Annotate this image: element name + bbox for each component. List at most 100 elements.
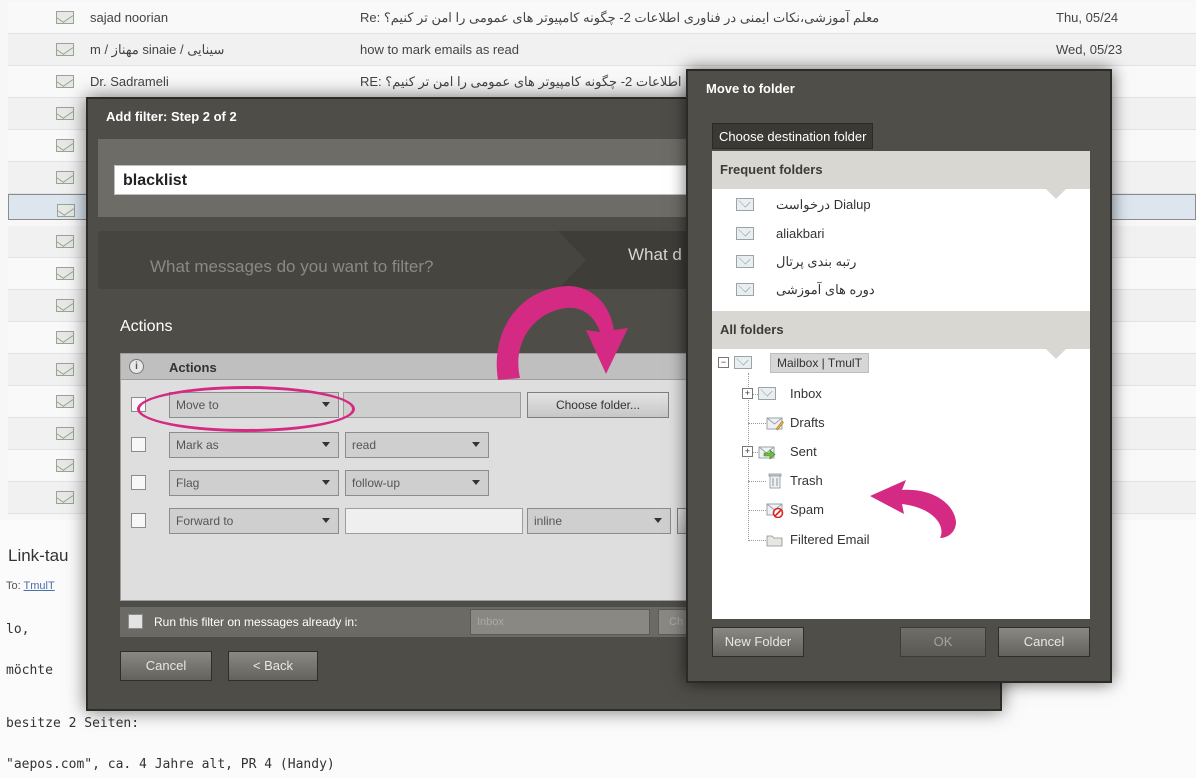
envelope-icon [56, 171, 74, 184]
envelope-icon [56, 139, 74, 152]
forward-mode-select[interactable]: inline [527, 508, 671, 534]
action-checkbox[interactable] [131, 513, 146, 528]
tree-mailbox[interactable]: − Mailbox | TmulT [718, 351, 918, 375]
envelope-icon [56, 331, 74, 344]
folder-label: Sent [790, 444, 817, 459]
tree-folder-drafts[interactable]: Drafts [766, 411, 906, 435]
folder-label: درخواست Dialup [776, 197, 871, 212]
spam-icon [766, 503, 784, 518]
ok-button[interactable]: OK [900, 627, 986, 657]
sent-icon [758, 446, 776, 460]
curved-arrow-annotation [496, 286, 628, 380]
expand-icon[interactable]: + [742, 446, 753, 457]
preview-body-line: lo, [6, 622, 30, 637]
preview-subject: Link-tau [8, 546, 69, 565]
envelope-icon [56, 491, 74, 504]
filter-name-input[interactable]: blacklist [114, 165, 714, 195]
mail-sender: m / مهناز sinaie / سینایی [90, 42, 225, 57]
folder-label: aliakbari [776, 226, 825, 241]
actions-header-label: Actions [169, 360, 217, 375]
collapse-icon[interactable]: − [718, 357, 729, 368]
chevron-down-icon [472, 480, 480, 485]
mail-row[interactable]: sajad noorian Re: معلم آموزشی،نکات ایمنی … [8, 2, 1196, 34]
run-on-existing-bar: Run this filter on messages already in: … [120, 607, 710, 637]
envelope-icon [56, 75, 74, 88]
envelope-icon [57, 204, 75, 217]
frequent-folder-item[interactable]: دوره های آموزشی [736, 280, 1036, 302]
dialog-title: Add filter: Step 2 of 2 [106, 109, 237, 124]
frequent-folder-item[interactable]: درخواست Dialup [736, 195, 1036, 217]
mail-row[interactable]: m / مهناز sinaie / سینایی how to mark ema… [8, 34, 1196, 66]
run-folder-field[interactable]: Inbox [470, 609, 650, 635]
folder-label: دوره های آموزشی [776, 282, 875, 297]
frequent-folder-item[interactable]: aliakbari [736, 224, 1036, 246]
folder-label: Trash [790, 473, 823, 488]
action-row-flag: Flag follow-up [121, 466, 707, 500]
folder-label: Spam [790, 502, 824, 517]
action-select-value: Flag [176, 476, 200, 490]
back-button[interactable]: < Back [228, 651, 318, 681]
new-folder-button[interactable]: New Folder [712, 627, 804, 657]
drafts-icon [766, 417, 784, 431]
forward-mode-value: inline [534, 514, 563, 528]
envelope-icon [56, 43, 74, 56]
action-select[interactable]: Flag [169, 470, 339, 496]
tree-folder-inbox[interactable]: + Inbox [742, 382, 902, 406]
run-existing-checkbox[interactable] [128, 614, 143, 629]
envelope-icon [56, 395, 74, 408]
chevron-down-icon [322, 442, 330, 447]
recipient-link[interactable]: TmulT [24, 580, 55, 592]
envelope-icon [56, 235, 74, 248]
frequent-folder-item[interactable]: رتبه بندی پرتال [736, 252, 1036, 274]
envelope-icon [56, 363, 74, 376]
chevron-down-icon [322, 518, 330, 523]
cancel-button[interactable]: Cancel [998, 627, 1090, 657]
mark-as-select[interactable]: read [345, 432, 489, 458]
mail-date: Thu, 05/24 [1056, 10, 1119, 25]
envelope-icon [56, 459, 74, 472]
envelope-icon [56, 267, 74, 280]
step-tab-actions[interactable]: What d [628, 245, 682, 265]
expand-icon[interactable]: + [742, 388, 753, 399]
actions-section-label: Actions [120, 318, 173, 335]
flag-value: follow-up [352, 476, 401, 490]
run-choose-label: Ch [669, 616, 684, 628]
frequent-folders-header: Frequent folders [712, 151, 1090, 199]
envelope-icon [734, 356, 752, 369]
all-folders-header: All folders [712, 311, 1090, 359]
cancel-button[interactable]: Cancel [120, 651, 212, 681]
tree-folder-sent[interactable]: + Sent [742, 440, 902, 464]
folder-icon [766, 535, 783, 547]
chevron-down-icon [472, 442, 480, 447]
folder-label: رتبه بندی پرتال [776, 254, 857, 269]
action-select-value: Mark as [176, 438, 219, 452]
action-row-forward: Forward to inline [121, 504, 707, 538]
action-checkbox[interactable] [131, 437, 146, 452]
envelope-icon [56, 427, 74, 440]
mark-as-value: read [352, 438, 377, 452]
mail-sender: sajad noorian [90, 10, 169, 25]
chevron-down-icon [654, 518, 662, 523]
flag-select[interactable]: follow-up [345, 470, 489, 496]
envelope-icon [736, 255, 754, 268]
mail-date: Wed, 05/23 [1056, 42, 1123, 57]
run-existing-label: Run this filter on messages already in: [154, 615, 358, 629]
dialog-title: Move to folder [706, 81, 795, 96]
action-checkbox[interactable] [131, 475, 146, 490]
envelope-icon [56, 107, 74, 120]
curved-arrow-annotation [870, 480, 956, 538]
envelope-icon [736, 283, 754, 296]
info-icon[interactable]: i [129, 359, 144, 374]
move-to-folder-dialog: Move to folder Choose destination folder… [686, 69, 1112, 683]
action-row-mark: Mark as read [121, 428, 707, 462]
preview-body-line: besitze 2 Seiten: [6, 716, 140, 731]
preview-body-line: "aepos.com", ca. 4 Jahre alt, PR 4 (Hand… [6, 757, 335, 772]
action-select[interactable]: Forward to [169, 508, 339, 534]
action-select[interactable]: Mark as [169, 432, 339, 458]
folder-label: Drafts [790, 415, 825, 430]
choose-destination-label: Choose destination folder [712, 123, 874, 149]
folder-label: Inbox [790, 386, 822, 401]
forward-address-input[interactable] [345, 508, 523, 534]
envelope-icon [758, 387, 776, 400]
chevron-down-icon [322, 480, 330, 485]
